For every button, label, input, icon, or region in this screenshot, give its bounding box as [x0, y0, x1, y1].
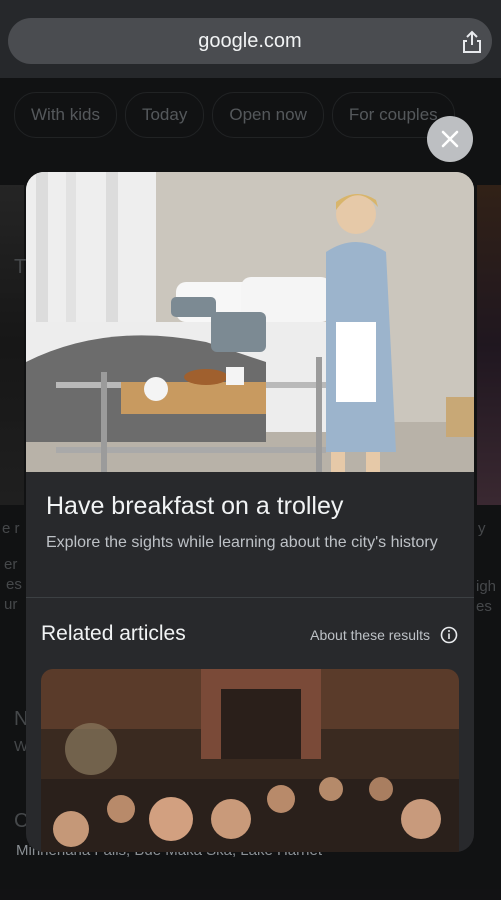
- info-icon: [440, 626, 458, 644]
- about-results-label: About these results: [310, 627, 430, 643]
- address-bar[interactable]: google.com: [8, 18, 492, 64]
- article-image[interactable]: [41, 669, 459, 852]
- hero-image: [26, 172, 474, 472]
- share-button[interactable]: [461, 30, 483, 54]
- about-results-link[interactable]: About these results: [310, 626, 458, 644]
- activity-title: Have breakfast on a trolley: [46, 492, 344, 520]
- url-text: google.com: [198, 29, 302, 52]
- close-button[interactable]: [427, 116, 473, 162]
- activity-card: Have breakfast on a trolley Explore the …: [26, 172, 474, 852]
- close-icon: [441, 130, 459, 148]
- divider: [26, 597, 474, 598]
- activity-description: Explore the sights while learning about …: [46, 534, 438, 551]
- browser-toolbar: google.com: [0, 0, 501, 78]
- related-articles-heading: Related articles: [41, 622, 186, 645]
- share-icon: [463, 30, 481, 53]
